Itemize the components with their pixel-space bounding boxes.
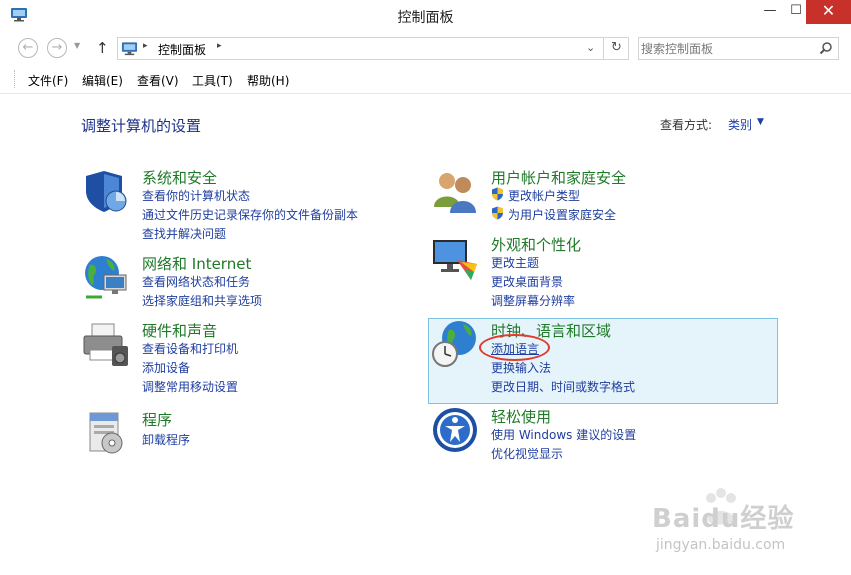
breadcrumb-separator-icon[interactable]: ▸ xyxy=(143,41,148,51)
programs-icon[interactable] xyxy=(82,409,130,457)
view-by-arrow-icon[interactable]: ▼ xyxy=(757,117,764,127)
page-title: 调整计算机的设置 xyxy=(81,117,202,135)
accessibility-icon[interactable] xyxy=(431,406,479,454)
menu-file[interactable]: 文件(F) xyxy=(28,72,68,89)
uac-shield-icon xyxy=(492,206,503,220)
category-network-internet: 网络和 Internet 查看网络状态和任务 选择家庭组和共享选项 xyxy=(82,253,402,313)
link-devices-printers[interactable]: 查看设备和打印机 xyxy=(142,340,238,357)
category-system-security: 系统和安全 查看你的计算机状态 通过文件历史记录保存你的文件备份副本 查找并解决… xyxy=(82,167,402,247)
category-programs: 程序 卸载程序 xyxy=(82,409,402,459)
users-icon[interactable] xyxy=(431,167,479,215)
link-homegroup-sharing[interactable]: 选择家庭组和共享选项 xyxy=(142,292,262,309)
category-title[interactable]: 轻松使用 xyxy=(491,406,551,427)
search-icon[interactable] xyxy=(819,41,833,55)
link-change-input-method[interactable]: 更换输入法 xyxy=(491,359,551,376)
menu-edit[interactable]: 编辑(E) xyxy=(82,72,123,89)
category-title[interactable]: 硬件和声音 xyxy=(142,320,217,341)
search-input[interactable] xyxy=(641,40,811,57)
annotation-circle xyxy=(479,334,550,361)
window-title: 控制面板 xyxy=(397,10,454,26)
menu-tools[interactable]: 工具(T) xyxy=(192,72,233,89)
link-file-history-backup[interactable]: 通过文件历史记录保存你的文件备份副本 xyxy=(142,206,358,223)
address-dropdown-icon[interactable]: ⌄ xyxy=(586,41,595,54)
shield-icon[interactable] xyxy=(82,167,130,215)
category-ease-of-access: 轻松使用 使用 Windows 建议的设置 优化视觉显示 xyxy=(431,406,771,466)
navigation-bar: ← → ▼ ↑ ▸ 控制面板 ▸ ⌄ ↻ xyxy=(0,33,851,63)
network-globe-icon[interactable] xyxy=(82,253,130,301)
up-button[interactable]: ↑ xyxy=(96,39,109,57)
menu-bar: 文件(F) 编辑(E) 查看(V) 工具(T) 帮助(H) xyxy=(0,66,851,94)
uac-shield-icon xyxy=(492,187,503,201)
category-title[interactable]: 网络和 Internet xyxy=(142,253,251,274)
close-button[interactable]: ✕ xyxy=(806,0,851,24)
category-title[interactable]: 用户帐户和家庭安全 xyxy=(491,167,626,188)
breadcrumb-separator-icon[interactable]: ▸ xyxy=(217,41,222,51)
watermark-url: jingyan.baidu.com xyxy=(656,537,786,553)
control-panel-icon xyxy=(121,42,138,56)
menu-view[interactable]: 查看(V) xyxy=(137,72,179,89)
link-screen-resolution[interactable]: 调整屏幕分辨率 xyxy=(491,292,575,309)
link-optimize-display[interactable]: 优化视觉显示 xyxy=(491,445,563,462)
monitor-palette-icon[interactable] xyxy=(431,234,479,282)
category-hardware-sound: 硬件和声音 查看设备和打印机 添加设备 调整常用移动设置 xyxy=(82,320,402,400)
menu-help[interactable]: 帮助(H) xyxy=(247,72,289,89)
address-bar[interactable]: ▸ 控制面板 ▸ ⌄ ↻ xyxy=(117,37,629,60)
link-change-account-type[interactable]: 更改帐户类型 xyxy=(508,187,580,204)
link-view-computer-status[interactable]: 查看你的计算机状态 xyxy=(142,187,250,204)
category-title[interactable]: 程序 xyxy=(142,409,172,430)
breadcrumb-control-panel[interactable]: 控制面板 xyxy=(158,41,206,58)
link-windows-recommended[interactable]: 使用 Windows 建议的设置 xyxy=(491,426,636,443)
link-uninstall-program[interactable]: 卸载程序 xyxy=(142,431,190,448)
link-network-status[interactable]: 查看网络状态和任务 xyxy=(142,273,250,290)
globe-clock-icon[interactable] xyxy=(431,320,479,368)
link-desktop-background[interactable]: 更改桌面背景 xyxy=(491,273,563,290)
category-user-accounts: 用户帐户和家庭安全 更改帐户类型 为用户设置家庭安全 xyxy=(431,167,771,227)
category-title[interactable]: 系统和安全 xyxy=(142,167,217,188)
view-by-dropdown[interactable]: 类别 xyxy=(728,116,752,133)
category-title[interactable]: 外观和个性化 xyxy=(491,234,581,255)
link-date-time-format[interactable]: 更改日期、时间或数字格式 xyxy=(491,378,635,395)
link-troubleshoot[interactable]: 查找并解决问题 xyxy=(142,225,226,242)
watermark-brand: Baidu经验 xyxy=(652,504,795,534)
printer-icon[interactable] xyxy=(82,320,130,368)
link-add-device[interactable]: 添加设备 xyxy=(142,359,190,376)
refresh-button[interactable]: ↻ xyxy=(603,38,629,59)
category-appearance: 外观和个性化 更改主题 更改桌面背景 调整屏幕分辨率 xyxy=(431,234,771,314)
back-button[interactable]: ← xyxy=(18,38,38,58)
title-bar: 控制面板 — ☐ ✕ xyxy=(0,0,851,31)
search-box[interactable] xyxy=(638,37,839,60)
category-clock-language-region: 时钟、语言和区域 添加语言 更换输入法 更改日期、时间或数字格式 xyxy=(431,320,771,400)
link-change-theme[interactable]: 更改主题 xyxy=(491,254,539,271)
link-mobility-settings[interactable]: 调整常用移动设置 xyxy=(142,378,238,395)
minimize-button[interactable]: — xyxy=(756,0,784,24)
recent-locations-button[interactable]: ▼ xyxy=(74,41,80,50)
view-by-label: 查看方式: xyxy=(660,118,713,132)
menu-grip xyxy=(14,70,16,88)
link-family-safety[interactable]: 为用户设置家庭安全 xyxy=(508,206,616,223)
forward-button[interactable]: → xyxy=(47,38,67,58)
